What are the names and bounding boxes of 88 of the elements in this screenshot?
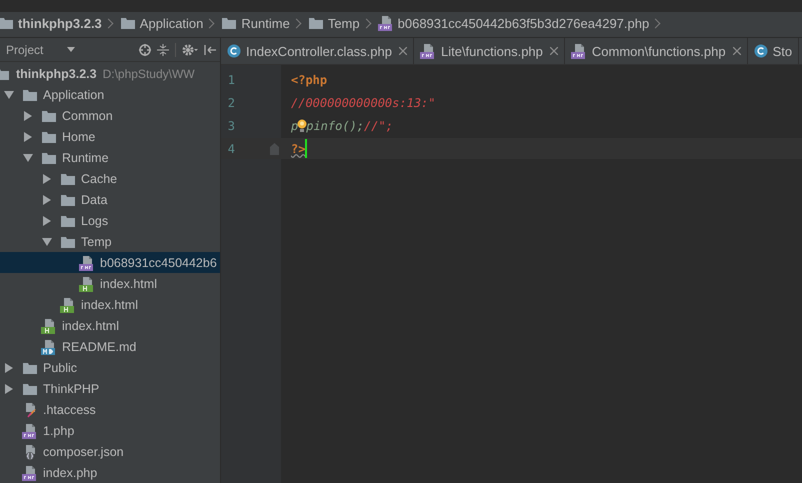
tree-item[interactable]: .htaccess <box>43 402 96 416</box>
folder-icon <box>60 192 76 206</box>
fold-marker-icon <box>270 142 279 154</box>
hide-panel-icon[interactable] <box>204 44 216 56</box>
tree-item[interactable]: README.md <box>62 340 136 354</box>
php-file-icon <box>378 15 394 31</box>
collapsed-arrow-icon[interactable] <box>4 384 14 394</box>
code-token: <?php <box>291 72 328 86</box>
collapsed-arrow-icon[interactable] <box>23 110 33 120</box>
breadcrumb-item[interactable]: thinkphp3.2.3 <box>18 16 102 30</box>
folder-icon <box>22 88 38 102</box>
breadcrumb-item[interactable]: b068931cc450442b63f5b3d276ea4297.php <box>398 16 650 30</box>
tree-item[interactable]: Data <box>81 192 108 206</box>
tree-item[interactable]: Runtime <box>62 150 109 164</box>
breadcrumb-item[interactable]: Temp <box>328 16 360 30</box>
tree-item[interactable]: Application <box>43 88 104 102</box>
code-token: pinfo(); <box>306 118 364 132</box>
php-file-icon <box>22 464 38 480</box>
folder-icon <box>221 16 238 30</box>
class-circle-icon <box>754 44 768 58</box>
editor-tab[interactable]: Common\functions.php <box>564 38 748 64</box>
folder-icon <box>22 382 38 396</box>
line-number: 1 <box>226 72 235 86</box>
folder-icon <box>60 172 76 186</box>
gear-icon[interactable] <box>182 44 198 56</box>
collapse-icon[interactable] <box>157 44 169 56</box>
code-token: //"; <box>364 118 393 132</box>
tree-item[interactable]: ThinkPHP <box>43 382 100 396</box>
tree-item[interactable]: index.html <box>100 276 157 290</box>
code-token: p <box>291 118 298 132</box>
tree-item[interactable]: index.html <box>81 298 138 312</box>
tree-item[interactable]: index.php <box>43 466 98 480</box>
tree-item[interactable]: b068931cc450442b6 <box>100 256 217 270</box>
expanded-arrow-icon[interactable] <box>42 236 52 246</box>
collapsed-arrow-icon[interactable] <box>42 216 52 226</box>
tree-item[interactable]: Logs <box>81 214 108 228</box>
editor-tab[interactable]: Lite\functions.php <box>414 38 565 64</box>
tree-item[interactable]: Temp <box>81 234 112 248</box>
folder-icon <box>41 150 57 164</box>
collapsed-arrow-icon[interactable] <box>4 362 14 372</box>
folder-icon <box>60 214 76 228</box>
folder-icon <box>41 130 57 144</box>
html-file-icon <box>79 276 95 292</box>
php-file-icon <box>570 43 587 59</box>
collapsed-arrow-icon[interactable] <box>23 132 33 142</box>
php-file-icon <box>420 43 436 59</box>
folder-icon <box>41 108 57 122</box>
tree-item[interactable]: Home <box>62 130 96 144</box>
editor-tab[interactable]: IndexController.class.php <box>221 38 414 64</box>
tree-item[interactable]: Cache <box>81 172 118 186</box>
class-circle-icon <box>227 44 241 58</box>
collapsed-arrow-icon[interactable] <box>42 174 52 184</box>
html-file-icon <box>41 318 57 334</box>
php-file-icon <box>22 422 38 438</box>
caret-icon <box>67 47 76 52</box>
close-icon <box>732 47 741 55</box>
folder-icon <box>60 234 76 248</box>
tree-item[interactable]: index.html <box>62 318 119 332</box>
line-number: 2 <box>226 96 235 110</box>
editor-tab[interactable]: Sto <box>748 38 800 64</box>
tree-item[interactable]: Public <box>43 360 78 374</box>
markdown-file-icon <box>41 338 57 354</box>
crosshair-icon[interactable] <box>139 44 151 56</box>
tree-item[interactable]: thinkphp3.2.3 <box>16 66 97 80</box>
close-icon <box>398 47 407 55</box>
tree-item[interactable]: composer.json <box>43 444 124 458</box>
line-number: 3 <box>226 118 235 132</box>
close-icon <box>550 47 558 55</box>
folder-icon <box>22 360 38 374</box>
text-cursor <box>305 139 308 158</box>
line-number: 4 <box>226 142 235 156</box>
folder-icon <box>308 16 324 30</box>
code-token: //000000000000s:13:" <box>291 96 436 110</box>
project-path: D:\phpStudy\WW <box>102 66 195 80</box>
php-file-icon <box>79 254 95 270</box>
expanded-arrow-icon[interactable] <box>4 90 14 100</box>
expanded-arrow-icon[interactable] <box>23 152 33 162</box>
project-view-dropdown[interactable]: Project <box>4 42 76 56</box>
tree-item[interactable]: 1.php <box>43 424 74 438</box>
breadcrumb-item[interactable]: Application <box>140 16 204 30</box>
breadcrumb-item[interactable]: Runtime <box>241 16 290 30</box>
tree-item[interactable]: Common <box>62 108 113 122</box>
light-bulb-icon <box>297 118 308 132</box>
html-file-icon <box>60 296 76 312</box>
folder-icon <box>120 16 136 30</box>
folder-icon <box>0 16 14 30</box>
code-token: ?> <box>291 142 306 156</box>
collapsed-arrow-icon[interactable] <box>42 194 52 204</box>
